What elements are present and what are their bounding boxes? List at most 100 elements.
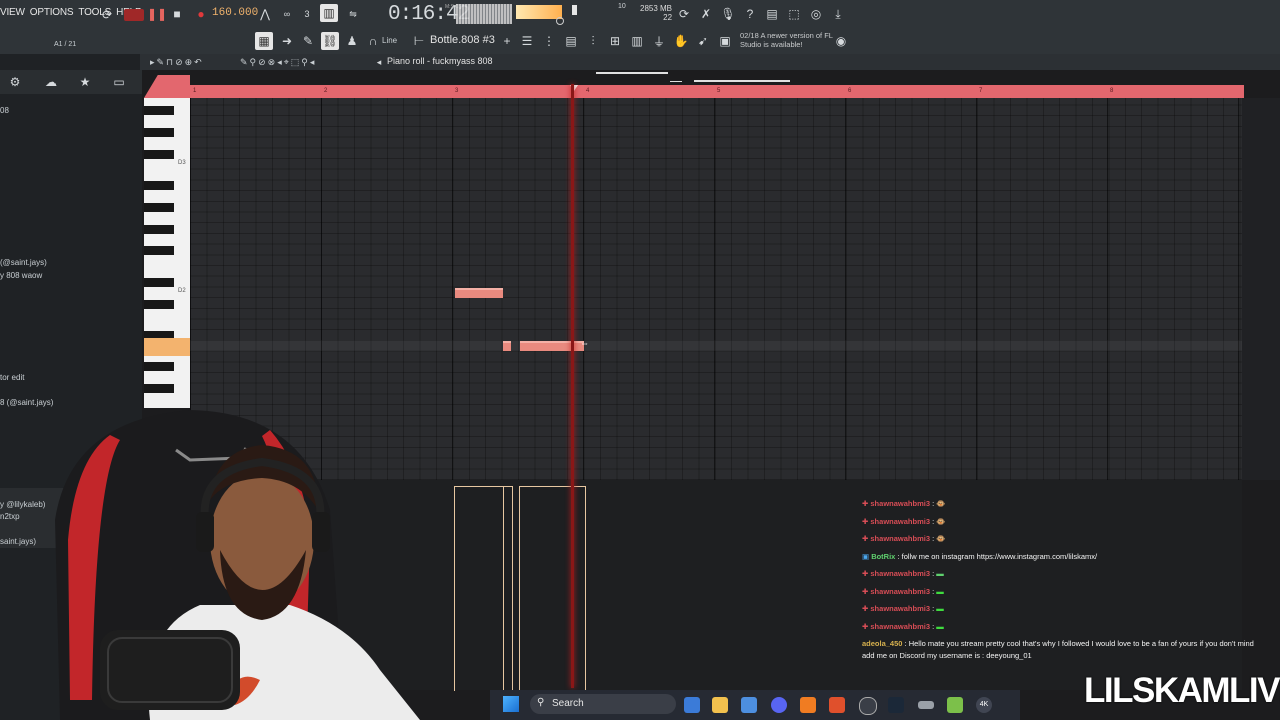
tempo-display[interactable]: 160.000: [212, 7, 258, 19]
black-key[interactable]: [144, 150, 174, 159]
black-key[interactable]: [144, 362, 174, 371]
obs-icon[interactable]: [859, 697, 877, 715]
velocity-bar[interactable]: [519, 486, 586, 691]
active-key[interactable]: [144, 338, 190, 356]
browser-item[interactable]: (@saint.jays): [0, 258, 47, 267]
black-key[interactable]: [144, 384, 174, 393]
plug-icon[interactable]: ⏚: [650, 32, 668, 50]
browser-item[interactable]: 08: [0, 106, 9, 115]
snap-value[interactable]: Line: [382, 36, 397, 45]
undo-history-icon[interactable]: ⟳: [675, 5, 693, 23]
playlist-icon[interactable]: ☰: [518, 32, 536, 50]
store-icon[interactable]: [741, 697, 757, 713]
menu-options[interactable]: OPTIONS: [30, 7, 74, 18]
clipboard-icon[interactable]: ▥: [628, 32, 646, 50]
folder-icon[interactable]: ▭: [110, 73, 128, 91]
browser-item[interactable]: y 808 waow: [0, 271, 42, 280]
channel-rack-icon[interactable]: ⋮: [540, 32, 558, 50]
note[interactable]: [503, 341, 511, 351]
record-icon[interactable]: ●: [192, 5, 210, 23]
browser-icon[interactable]: ⊞: [606, 32, 624, 50]
pause-icon[interactable]: ❚❚: [147, 5, 167, 23]
microphone-icon[interactable]: 🎙︎: [719, 5, 737, 23]
steam-icon[interactable]: [888, 697, 904, 713]
snap-dropdown-icon[interactable]: ⊢: [410, 32, 428, 50]
chat-username[interactable]: shawnawahbmi3: [870, 534, 930, 543]
piano-roll-tools[interactable]: ▸✎⊓⊘⊕↶: [150, 57, 204, 68]
keyboard-icon[interactable]: [918, 701, 934, 709]
brave-icon[interactable]: [829, 697, 845, 713]
chat-username[interactable]: adeola_450: [862, 639, 902, 648]
copilot-icon[interactable]: [684, 697, 700, 713]
scrollbar-horizontal[interactable]: [596, 72, 668, 74]
black-key[interactable]: [144, 300, 174, 309]
plugin-icon[interactable]: ⬚: [785, 5, 803, 23]
velocity-bar[interactable]: [503, 486, 513, 691]
mixer-icon[interactable]: ⫶: [584, 32, 602, 50]
file-explorer-icon[interactable]: [712, 697, 728, 713]
chat-username[interactable]: shawnawahbmi3: [870, 517, 930, 526]
chat-username[interactable]: shawnawahbmi3: [870, 569, 930, 578]
4k-video-icon[interactable]: 4K: [976, 697, 992, 713]
scrollbar-zoom[interactable]: [694, 80, 790, 82]
tools-icon[interactable]: ✗: [697, 5, 715, 23]
arrow-right-icon[interactable]: ➜: [278, 32, 296, 50]
link-icon[interactable]: ⛓︎: [321, 32, 339, 50]
refresh-icon[interactable]: ⟳: [98, 6, 116, 24]
countdown-icon[interactable]: 3: [298, 5, 316, 23]
marketplace-icon[interactable]: ▣: [716, 32, 734, 50]
pencil-icon[interactable]: ✎: [299, 32, 317, 50]
step-edit-icon[interactable]: ⇋: [344, 5, 362, 23]
windows-start-icon[interactable]: [503, 696, 519, 712]
black-key[interactable]: [144, 181, 174, 190]
add-pattern-icon[interactable]: +: [498, 32, 516, 50]
pattern-selector[interactable]: Bottle.808 #3: [430, 34, 495, 46]
chat-username[interactable]: shawnawahbmi3: [870, 499, 930, 508]
wait-icon[interactable]: ∞: [278, 5, 296, 23]
magnet-icon[interactable]: ∩: [364, 32, 382, 50]
black-key[interactable]: [144, 246, 174, 255]
piano-roll-icon[interactable]: ▤: [562, 32, 580, 50]
browser-item[interactable]: tor edit: [0, 373, 24, 382]
chat-username[interactable]: shawnawahbmi3: [870, 587, 930, 596]
playhead[interactable]: [571, 84, 574, 688]
chat-username[interactable]: shawnawahbmi3: [870, 622, 930, 631]
save-icon[interactable]: ▤: [763, 5, 781, 23]
snap-icon[interactable]: ▦: [255, 32, 273, 50]
note[interactable]: [520, 341, 584, 351]
black-key[interactable]: [144, 106, 174, 115]
globe-icon[interactable]: ◉: [832, 32, 850, 50]
taskbar-search[interactable]: ⚲ Search: [530, 694, 676, 714]
volume-slider-handle[interactable]: [572, 5, 577, 15]
menu-view[interactable]: VIEW: [0, 7, 25, 18]
black-key[interactable]: [144, 128, 174, 137]
discord-icon[interactable]: [771, 697, 787, 713]
stamp-icon[interactable]: ♟: [343, 32, 361, 50]
help-icon[interactable]: ?: [741, 5, 759, 23]
black-key[interactable]: [144, 203, 174, 212]
video-icon[interactable]: ➹: [694, 32, 712, 50]
speaker-icon[interactable]: ◂: [370, 53, 388, 71]
black-key[interactable]: [144, 278, 174, 287]
chat-icon[interactable]: ◎: [807, 5, 825, 23]
chat-username[interactable]: BotRix: [871, 552, 895, 561]
loop-record-icon[interactable]: ▥: [320, 4, 338, 22]
black-key[interactable]: [144, 225, 174, 234]
velocity-bar[interactable]: [454, 486, 504, 691]
note[interactable]: [455, 288, 503, 298]
piano-roll-edit-tools[interactable]: ✎⚲⊘⊗◂⌖⬚⚲◂: [240, 57, 316, 68]
download-icon[interactable]: ⤓: [829, 5, 847, 23]
metronome-icon[interactable]: ⋀: [256, 5, 274, 23]
cloud-icon[interactable]: ☁: [42, 73, 60, 91]
song-mode-button[interactable]: [124, 9, 144, 21]
app-icon[interactable]: [947, 697, 963, 713]
piano-keyboard[interactable]: D3 D2: [144, 98, 190, 408]
chat-username[interactable]: shawnawahbmi3: [870, 604, 930, 613]
stop-icon[interactable]: ■: [168, 5, 186, 23]
settings-icon[interactable]: ⚙: [6, 73, 24, 91]
pitch-knob[interactable]: [556, 17, 564, 25]
fl-studio-icon[interactable]: [800, 697, 816, 713]
star-icon[interactable]: ★: [76, 73, 94, 91]
tempo-tapper-icon[interactable]: ✋: [672, 32, 690, 50]
update-notice[interactable]: 02/18 A newer version of FL Studio is av…: [740, 31, 835, 49]
